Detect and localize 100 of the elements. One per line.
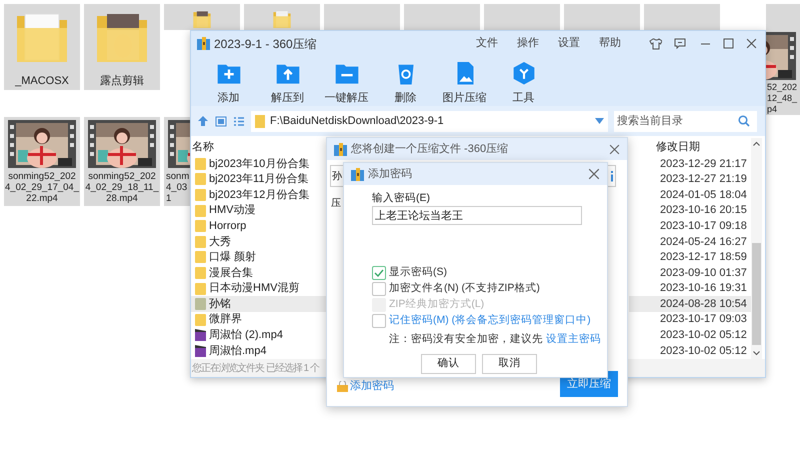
folder-icon <box>195 220 206 232</box>
folder-icon <box>195 204 206 217</box>
dialog-button[interactable]: 取消 <box>482 354 537 374</box>
folder-tile[interactable]: 露点剪辑 <box>84 4 160 90</box>
close-icon[interactable] <box>588 168 600 180</box>
dropdown-arrow-icon[interactable] <box>595 118 604 124</box>
checkbox-label: ZIP经典加密方式(L) <box>389 297 484 312</box>
shirt-icon[interactable] <box>649 38 662 50</box>
folder-icon <box>195 158 206 170</box>
menu-item[interactable]: 操作 <box>517 35 539 52</box>
modified-date: 2024-05-24 16:27 <box>659 234 748 250</box>
add-password-link[interactable]: 添加密码 <box>337 380 394 392</box>
folder-icon <box>195 251 206 264</box>
file-name: sonming52_202 4_02_29_18_11_ 28.mp4 <box>84 171 160 204</box>
field-label: 压 <box>330 197 341 211</box>
file-item[interactable]: 周淑怡 (2).mp4 <box>191 328 327 344</box>
file-name: sonm 4_03 1 <box>166 171 190 204</box>
file-name: 52_202 12_48_ p4 <box>767 82 798 115</box>
info-icon[interactable] <box>610 170 614 182</box>
folder-icon <box>195 314 206 326</box>
modified-date: 2024-01-05 18:04 <box>659 188 748 203</box>
video-tile[interactable]: sonming52_202 4_02_29_17_04_ 22.mp4 <box>4 117 80 206</box>
modified-date: 2023-12-29 21:17 <box>659 156 748 172</box>
close-icon[interactable] <box>746 38 757 49</box>
status-text: 您正在浏览文件夹 已经选择 1 个 <box>192 362 319 376</box>
file-tile[interactable] <box>324 4 400 30</box>
file-item[interactable]: 漫展合集 <box>191 265 327 281</box>
file-tile[interactable] <box>404 4 480 30</box>
checkbox[interactable] <box>372 266 386 280</box>
toolbar-button[interactable]: 添加 <box>199 56 258 106</box>
file-item[interactable]: 周淑怡.mp4 <box>191 343 327 359</box>
modified-date: 2023-09-10 01:37 <box>659 266 748 281</box>
modified-date: 2023-12-27 21:19 <box>659 172 748 188</box>
folder-tile[interactable]: _MACOSX <box>4 4 80 90</box>
lock-icon <box>337 380 348 392</box>
scroll-thumb[interactable] <box>752 243 761 345</box>
video-tile[interactable]: sonming52_202 4_02_29_18_11_ 28.mp4 <box>84 117 160 206</box>
modified-date: 2023-10-02 05:12 <box>659 328 748 344</box>
toolbar-button[interactable]: 工具 <box>494 56 553 106</box>
video-tile[interactable]: 52_202 12_48_ p4 <box>766 4 800 115</box>
toolbar-button[interactable]: 图片压缩 <box>435 56 494 106</box>
folder-icon <box>195 298 206 310</box>
message-icon[interactable] <box>674 38 686 49</box>
menu-item[interactable]: 文件 <box>476 35 498 52</box>
file-item[interactable]: bj2023年10月份合集 <box>191 156 327 172</box>
folder-icon <box>195 266 206 279</box>
file-item[interactable]: Horrorp <box>191 218 327 234</box>
menu-item[interactable]: 帮助 <box>599 35 621 52</box>
modified-date: 2023-10-16 20:15 <box>659 203 748 218</box>
checkbox-label: 加密文件名(N) (不支持ZIP格式) <box>389 281 540 296</box>
maximize-icon[interactable] <box>723 38 734 49</box>
scroll-up-icon[interactable] <box>753 141 760 146</box>
up-arrow-icon[interactable] <box>197 115 209 127</box>
file-name: 露点剪辑 <box>100 76 144 87</box>
file-name: _MACOSX <box>15 76 69 87</box>
file-item[interactable]: 日本动漫HMV混剪 <box>191 280 327 296</box>
file-item[interactable]: 孙铭 <box>191 296 327 312</box>
remember-password-link[interactable]: 记住密码(M) (将会备忘到密码管理窗口中) <box>389 313 591 329</box>
dialog-button[interactable]: 确认 <box>421 354 476 374</box>
checkbox[interactable] <box>372 314 386 328</box>
folder-tile[interactable] <box>244 4 320 30</box>
folder-icon <box>195 236 206 248</box>
video-tile[interactable]: sonm 4_03 1 <box>164 117 190 206</box>
folder-tile[interactable] <box>164 4 240 30</box>
note-text: 注：密码没有安全加密，建议先 <box>389 332 543 348</box>
toolbar-button[interactable]: 一键解压 <box>317 56 376 106</box>
file-item[interactable]: bj2023年12月份合集 <box>191 187 327 203</box>
file-item[interactable]: 大秀 <box>191 234 327 250</box>
view-icon[interactable] <box>215 116 227 126</box>
archive-app-icon <box>334 142 347 156</box>
check-icon <box>374 269 384 277</box>
password-field[interactable]: 上老王论坛当老王 <box>372 206 582 225</box>
set-master-password-link[interactable]: 设置主密码 <box>546 332 601 348</box>
file-item[interactable]: HMV动漫 <box>191 202 327 218</box>
menu-item[interactable]: 设置 <box>558 35 580 52</box>
file-item[interactable]: bj2023年11月份合集 <box>191 172 327 188</box>
column-header[interactable]: 修改日期 <box>656 138 700 156</box>
scrollbar[interactable] <box>751 138 762 359</box>
modified-date: 2023-10-17 09:18 <box>659 218 748 234</box>
search-field[interactable]: 搜索当前目录 <box>614 110 738 132</box>
close-icon[interactable] <box>609 144 620 154</box>
modified-date: 2024-08-28 10:54 <box>629 296 751 312</box>
video-file-icon <box>195 329 206 342</box>
folder-icon <box>195 173 206 186</box>
toolbar-button[interactable]: 解压到 <box>258 56 317 106</box>
checkbox[interactable] <box>372 282 386 296</box>
file-item[interactable]: 微胖界 <box>191 312 327 328</box>
archive-app-icon <box>351 168 364 180</box>
folder-icon <box>195 188 206 201</box>
file-tile[interactable] <box>644 4 720 30</box>
toolbar-button[interactable]: 删除 <box>376 56 435 106</box>
path-field[interactable]: F:\BaiduNetdiskDownload\2023-9-1 <box>251 110 608 132</box>
scroll-down-icon[interactable] <box>753 351 760 356</box>
file-tile[interactable] <box>564 4 640 30</box>
list-icon[interactable] <box>233 116 245 126</box>
search-icon <box>738 115 750 127</box>
password-label: 输入密码(E) <box>372 192 431 205</box>
file-item[interactable]: 口爆 颜射 <box>191 250 327 266</box>
search-button[interactable] <box>738 110 757 132</box>
file-tile[interactable] <box>484 4 560 30</box>
